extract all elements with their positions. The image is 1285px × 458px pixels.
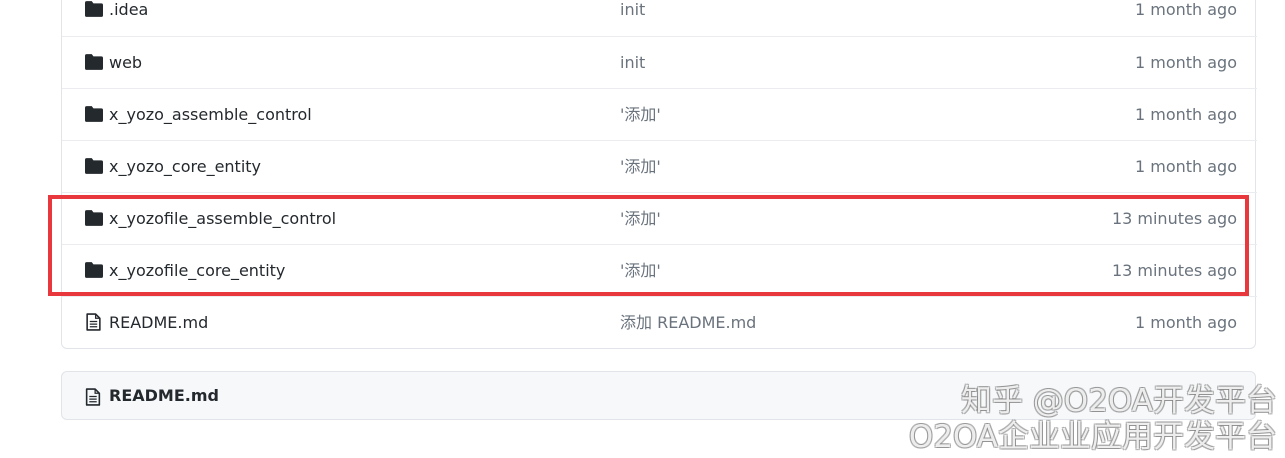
file-name-link[interactable]: x_yozofile_core_entity: [109, 245, 285, 297]
folder-icon: [85, 106, 103, 122]
file-name-link[interactable]: x_yozo_core_entity: [109, 141, 261, 193]
file-row-x-yozofile-core-entity[interactable]: x_yozofile_core_entity '添加' 13 minutes a…: [62, 244, 1257, 296]
watermark-line2: O2OA企业业应用开发平台: [908, 419, 1277, 455]
commit-message-link[interactable]: '添加': [620, 193, 661, 245]
commit-age: 1 month ago: [1134, 0, 1237, 19]
file-name-link[interactable]: x_yozofile_assemble_control: [109, 193, 336, 245]
file-name-link[interactable]: .idea: [109, 0, 148, 36]
file-name-link[interactable]: README.md: [109, 297, 208, 349]
file-name-link[interactable]: web: [109, 37, 142, 89]
commit-message-link[interactable]: 添加 README.md: [620, 297, 756, 349]
file-icon: [85, 388, 101, 406]
file-list: .idea init 1 month ago web init 1 month …: [61, 0, 1257, 349]
readme-header: README.md: [61, 371, 1256, 420]
folder-icon: [85, 210, 103, 226]
commit-age: 13 minutes ago: [1111, 261, 1237, 280]
commit-age: 1 month ago: [1134, 105, 1237, 124]
file-row-readme[interactable]: README.md 添加 README.md 1 month ago: [62, 296, 1257, 348]
commit-age: 1 month ago: [1134, 53, 1237, 72]
file-icon: [86, 313, 101, 331]
commit-message-link[interactable]: init: [620, 37, 645, 89]
commit-age: 1 month ago: [1134, 157, 1237, 176]
file-row-x-yozofile-assemble-control[interactable]: x_yozofile_assemble_control '添加' 13 minu…: [62, 192, 1257, 244]
folder-icon: [85, 262, 103, 278]
folder-icon: [85, 1, 103, 17]
file-row-x-yozo-assemble-control[interactable]: x_yozo_assemble_control '添加' 1 month ago: [62, 88, 1257, 140]
commit-message-link[interactable]: '添加': [620, 245, 661, 297]
commit-age: 13 minutes ago: [1111, 209, 1237, 228]
commit-message-link[interactable]: '添加': [620, 141, 661, 193]
readme-title: README.md: [109, 386, 219, 405]
folder-icon: [85, 54, 103, 70]
file-row-idea[interactable]: .idea init 1 month ago: [62, 0, 1257, 36]
commit-message-link[interactable]: '添加': [620, 89, 661, 141]
commit-message-link[interactable]: init: [620, 0, 645, 36]
file-name-link[interactable]: x_yozo_assemble_control: [109, 89, 312, 141]
file-row-x-yozo-core-entity[interactable]: x_yozo_core_entity '添加' 1 month ago: [62, 140, 1257, 192]
folder-icon: [85, 158, 103, 174]
commit-age: 1 month ago: [1134, 313, 1237, 332]
file-row-web[interactable]: web init 1 month ago: [62, 36, 1257, 88]
